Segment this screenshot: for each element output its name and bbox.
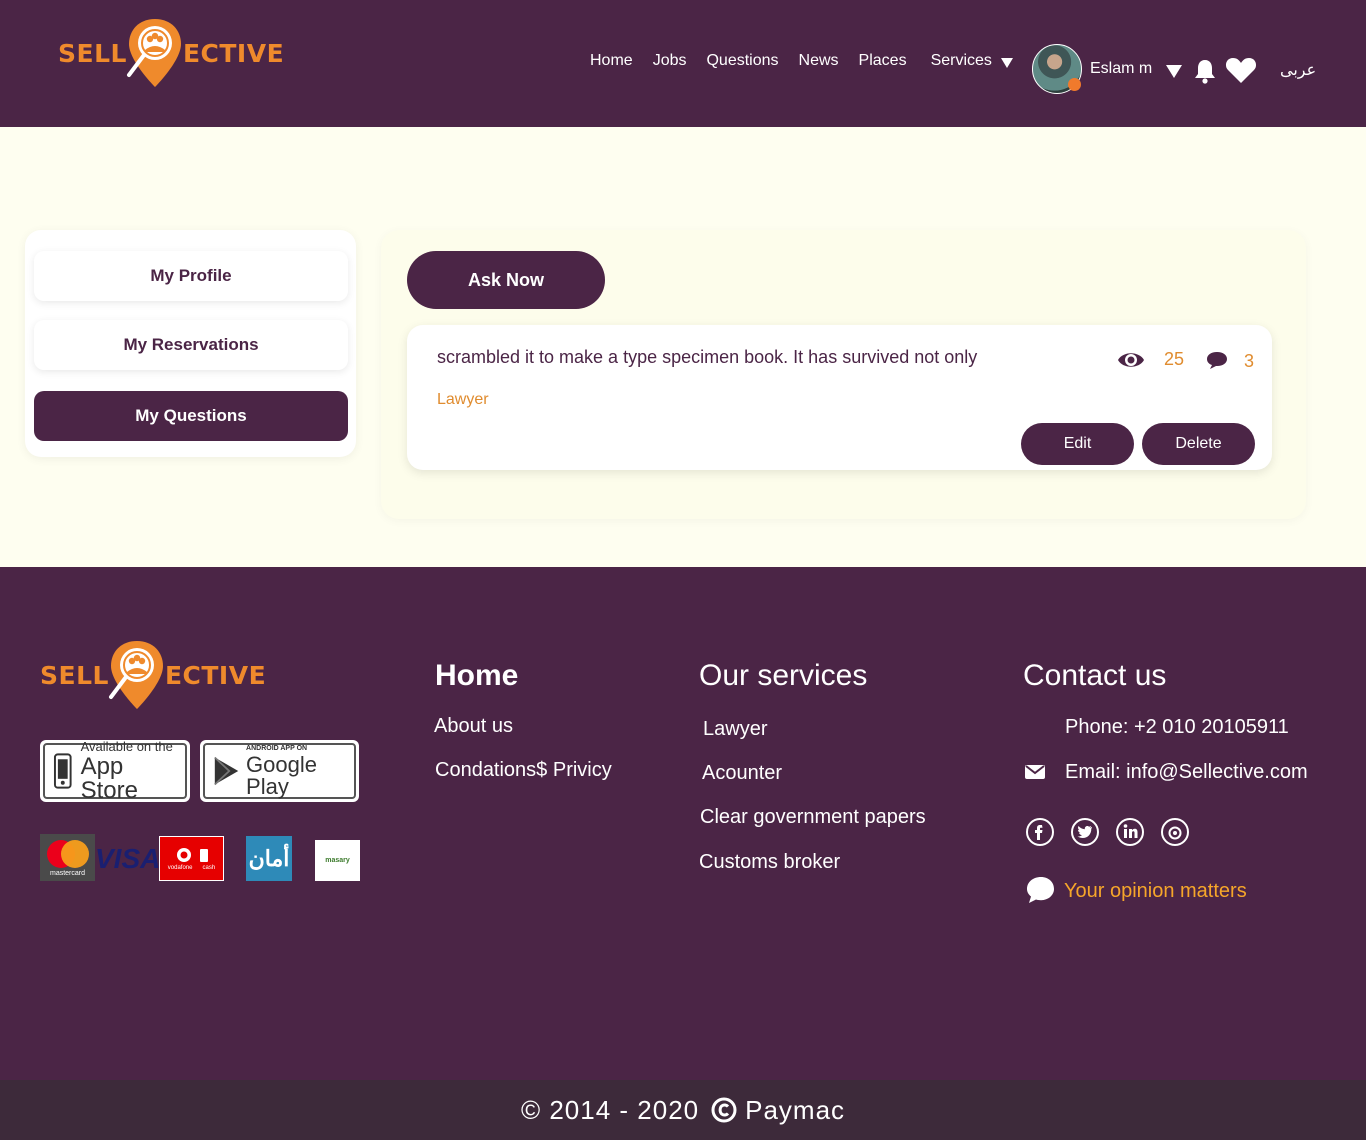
vodafone-icon xyxy=(176,847,208,862)
copyright-text: © 2014 - 2020 xyxy=(520,1094,700,1125)
mastercard-text: mastercard xyxy=(49,870,85,877)
mastercard-circles-icon xyxy=(46,840,89,868)
footer-link-acounter[interactable]: Acounter xyxy=(702,762,782,785)
footer-services-title: Our services xyxy=(699,659,868,692)
vodafone-cash-text: cash xyxy=(202,864,216,871)
main-nav: Home Jobs Questions News Places Services xyxy=(590,52,1013,70)
user-menu[interactable]: Eslam m xyxy=(1032,44,1183,94)
footer-email[interactable]: Email: info@Sellective.com xyxy=(1065,761,1308,784)
linkedin-icon[interactable] xyxy=(1115,817,1145,847)
app-store-badge[interactable]: Available on the App Store xyxy=(40,740,190,802)
chat-bubble-icon xyxy=(1027,877,1054,903)
nav-questions[interactable]: Questions xyxy=(706,52,778,70)
google-play-top-text: ANDROID APP ON xyxy=(246,744,308,752)
brand-name: Paymac xyxy=(745,1094,846,1125)
question-stats: 25 3 xyxy=(1117,347,1254,372)
question-text: scrambled it to make a type specimen boo… xyxy=(437,347,978,367)
avatar-status-dot xyxy=(1068,78,1081,91)
footer-logo-text-right: ECTIVE xyxy=(164,660,267,690)
instagram-icon[interactable] xyxy=(1160,817,1190,847)
language-switch[interactable]: عربى xyxy=(1280,60,1316,80)
masary-logo: masary xyxy=(315,840,360,881)
footer-link-privacy[interactable]: Condations$ Privicy xyxy=(435,759,612,782)
logo-pin-icon xyxy=(126,19,181,87)
app-store-badge-inner: Available on the App Store xyxy=(43,738,187,802)
nav-places[interactable]: Places xyxy=(859,52,907,70)
twitter-icon[interactable] xyxy=(1070,817,1100,847)
visa-logo: VISA xyxy=(95,843,161,874)
envelope-icon xyxy=(1025,765,1045,779)
sidebar-item-my-questions[interactable]: My Questions xyxy=(34,391,348,441)
question-category: Lawyer xyxy=(437,391,489,408)
footer-link-about[interactable]: About us xyxy=(434,715,513,738)
footer-logo[interactable]: SELL ECTIVE xyxy=(40,639,266,711)
logo-pin-icon xyxy=(108,641,163,709)
footer-phone: Phone: +2 010 20105911 xyxy=(1065,716,1289,738)
footer-logo-text-left: SELL xyxy=(40,660,109,690)
views-count: 25 xyxy=(1163,349,1184,369)
caret-down-icon xyxy=(1166,64,1183,78)
play-triangle-icon xyxy=(214,756,239,786)
nav-news[interactable]: News xyxy=(799,52,839,70)
footer-home-title[interactable]: Home xyxy=(435,659,518,693)
nav-services-dropdown[interactable]: Services xyxy=(931,52,1013,70)
logo-text-right: ECTIVE xyxy=(182,38,285,68)
logo[interactable]: SELL ECTIVE xyxy=(58,17,284,89)
sidebar-item-my-reservations[interactable]: My Reservations xyxy=(34,320,348,370)
logo-text-left: SELL xyxy=(58,38,127,68)
question-card[interactable]: scrambled it to make a type specimen boo… xyxy=(407,325,1272,470)
edit-button[interactable]: Edit xyxy=(1021,423,1134,465)
delete-button[interactable]: Delete xyxy=(1142,423,1255,465)
google-play-badge-inner: ANDROID APP ON Google Play xyxy=(203,743,356,799)
nav-services-label: Services xyxy=(930,52,992,69)
questions-panel: Ask Now scrambled it to make a type spec… xyxy=(381,230,1306,519)
caret-down-icon xyxy=(1000,58,1013,68)
footer-link-government-papers[interactable]: Clear government papers xyxy=(700,806,926,829)
app-store-main-text: App Store xyxy=(80,752,138,804)
copyright-bar: © 2014 - 2020 Paymac xyxy=(0,1080,1366,1140)
google-play-main-text: Google Play xyxy=(246,751,317,799)
nav-jobs[interactable]: Jobs xyxy=(653,52,687,70)
aman-logo: أمان xyxy=(246,836,292,881)
vodafone-text: vodafone xyxy=(167,864,193,871)
profile-sidebar: My Profile My Reservations My Questions xyxy=(25,230,356,457)
facebook-icon[interactable] xyxy=(1025,817,1055,847)
mastercard-logo: mastercard xyxy=(40,834,95,881)
eye-icon xyxy=(1117,352,1144,367)
user-name: Eslam m xyxy=(1090,60,1153,77)
bell-icon[interactable] xyxy=(1193,58,1217,84)
google-play-badge[interactable]: ANDROID APP ON Google Play xyxy=(200,740,359,802)
header: SELL ECTIVE Home Jobs Questions News Pla… xyxy=(0,0,1366,127)
copyright-icon xyxy=(711,1097,737,1123)
app-store-top-text: Available on the xyxy=(80,738,173,754)
comments-count: 3 xyxy=(1243,351,1254,371)
footer-link-customs-broker[interactable]: Customs broker xyxy=(699,851,840,874)
ask-now-button[interactable]: Ask Now xyxy=(407,251,605,309)
heart-icon[interactable] xyxy=(1225,56,1257,84)
footer: SELL ECTIVE Available on the App Store A… xyxy=(0,567,1366,1080)
sidebar-item-my-profile[interactable]: My Profile xyxy=(34,251,348,301)
phone-icon xyxy=(53,753,72,789)
opinion-link[interactable]: Your opinion matters xyxy=(1064,880,1247,903)
comment-icon xyxy=(1206,351,1227,369)
footer-link-lawyer[interactable]: Lawyer xyxy=(703,718,767,741)
footer-contact-title: Contact us xyxy=(1023,659,1167,692)
vodafone-cash-logo: vodafone cash xyxy=(159,836,224,881)
avatar xyxy=(1032,44,1082,94)
nav-home[interactable]: Home xyxy=(590,52,633,70)
